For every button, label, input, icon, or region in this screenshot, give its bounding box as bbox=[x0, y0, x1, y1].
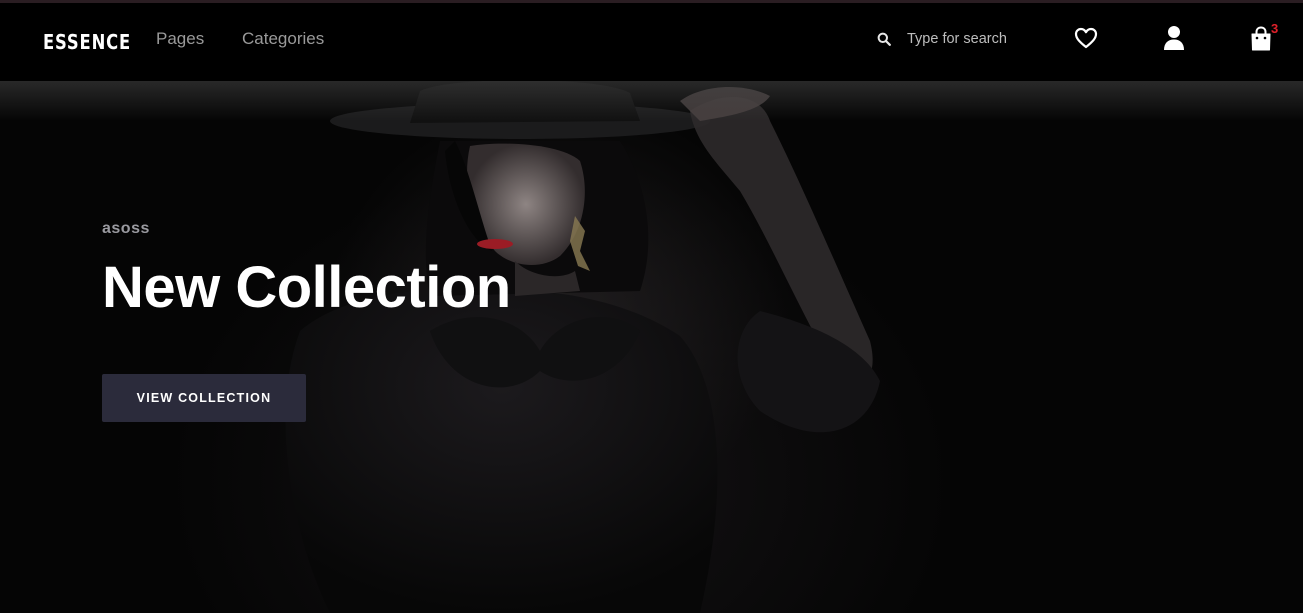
hero-model-image bbox=[285, 81, 880, 613]
cart-count-badge: 3 bbox=[1271, 21, 1279, 36]
account-button[interactable] bbox=[1162, 25, 1186, 51]
wishlist-button[interactable] bbox=[1074, 27, 1098, 49]
navbar: ESSENCE Pages Categories 3 bbox=[0, 3, 1303, 81]
search-icon[interactable] bbox=[877, 32, 891, 46]
hero-top-shadow bbox=[0, 81, 1303, 121]
search-input[interactable] bbox=[907, 27, 1042, 51]
hero-brand-label: asoss bbox=[102, 220, 150, 237]
heart-icon bbox=[1074, 27, 1098, 49]
user-icon bbox=[1164, 26, 1184, 50]
nav-item-categories[interactable]: Categories bbox=[242, 29, 324, 49]
search-bar bbox=[874, 27, 1044, 51]
hero-title: New Collection bbox=[102, 255, 511, 320]
cart-button[interactable]: 3 bbox=[1249, 21, 1283, 53]
nav-item-pages[interactable]: Pages bbox=[156, 29, 204, 49]
view-collection-button[interactable]: VIEW COLLECTION bbox=[102, 374, 306, 422]
shopping-bag-icon bbox=[1251, 26, 1271, 51]
hero-banner: asoss New Collection VIEW COLLECTION bbox=[0, 81, 1303, 613]
logo[interactable]: ESSENCE bbox=[43, 30, 131, 54]
